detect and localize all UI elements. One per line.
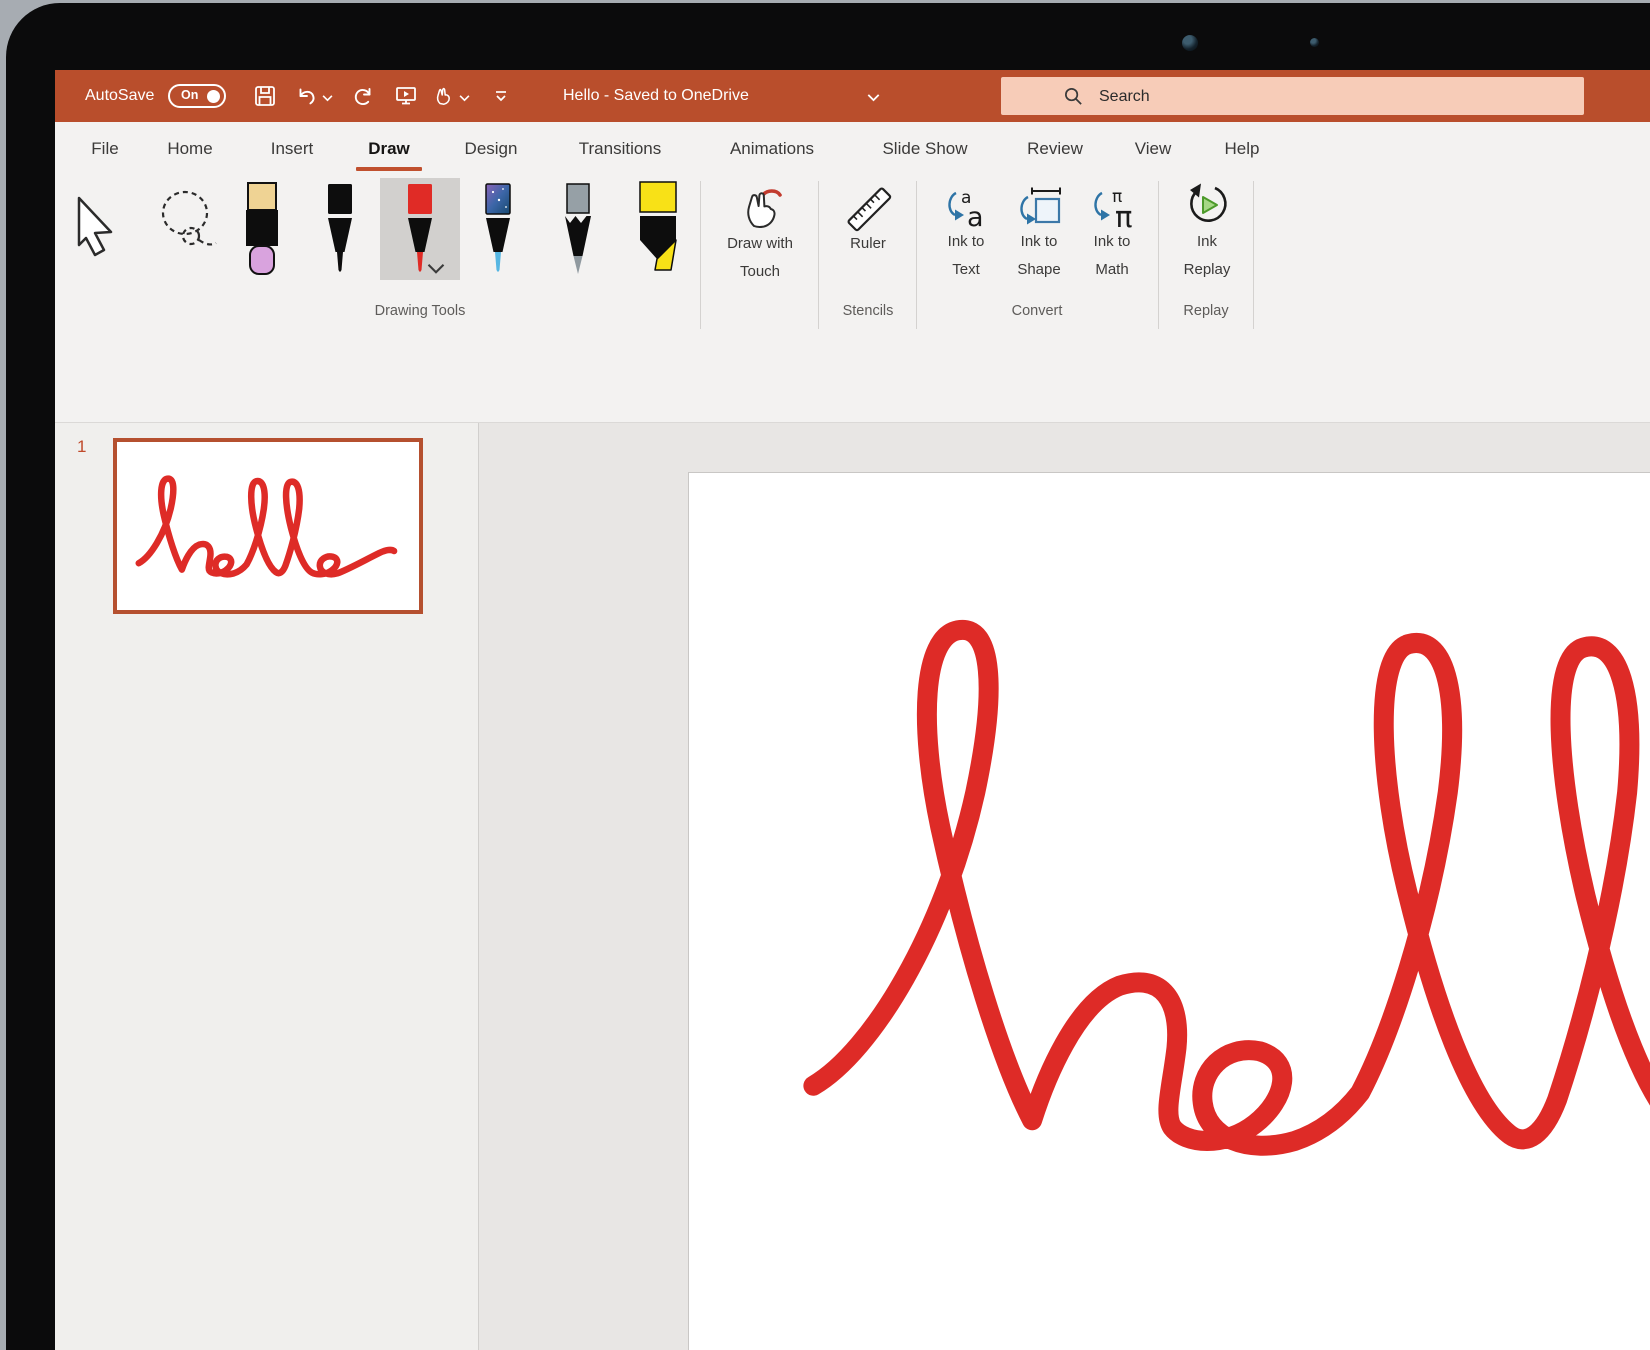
- thumbnail-ink-hello: [131, 464, 407, 592]
- slide-thumbnail-panel: 1: [55, 423, 478, 1350]
- draw-with-touch-label-line2: Touch: [740, 263, 780, 280]
- search-input[interactable]: [1097, 77, 1541, 117]
- ink-replay-icon: [1183, 181, 1231, 229]
- tab-insert[interactable]: Insert: [271, 122, 314, 175]
- tab-review[interactable]: Review: [1027, 122, 1083, 175]
- ink-to-math-label-line2: Math: [1095, 261, 1128, 278]
- ink-to-shape-label-line2: Shape: [1017, 261, 1060, 278]
- save-icon[interactable]: [253, 84, 277, 108]
- quick-access-customize-icon[interactable]: [489, 84, 513, 108]
- touch-draw-icon[interactable]: [431, 84, 455, 108]
- autosave-toggle[interactable]: On: [168, 84, 226, 108]
- undo-icon[interactable]: [295, 84, 319, 108]
- pen-galaxy-tool-icon[interactable]: [476, 180, 520, 280]
- ink-to-shape-label-line1: Ink to: [1021, 233, 1058, 250]
- group-divider: [916, 181, 917, 329]
- draw-with-touch-button[interactable]: Draw with Touch: [700, 175, 818, 335]
- redo-icon[interactable]: [351, 84, 375, 108]
- lasso-select-tool-icon[interactable]: [155, 189, 219, 253]
- eraser-tool-icon[interactable]: [240, 180, 284, 280]
- pen-options-chevron-icon[interactable]: [427, 263, 445, 274]
- search-box[interactable]: [1001, 77, 1584, 115]
- start-slideshow-icon[interactable]: [394, 84, 418, 108]
- group-divider: [1253, 181, 1254, 329]
- device-screenshot: AutoSave On: [0, 0, 1650, 1350]
- ink-to-math-label-line1: Ink to: [1094, 233, 1131, 250]
- undo-dropdown-chevron-icon[interactable]: [322, 94, 333, 102]
- title-bar: AutoSave On: [55, 70, 1650, 122]
- ink-replay-label-line1: Ink: [1197, 233, 1217, 250]
- tab-design[interactable]: Design: [465, 122, 518, 175]
- app-window: AutoSave On: [55, 70, 1650, 1350]
- draw-with-touch-icon: [736, 185, 784, 233]
- tab-view[interactable]: View: [1135, 122, 1172, 175]
- draw-with-touch-label-line1: Draw with: [727, 235, 793, 252]
- stencils-group-label: Stencils: [843, 303, 894, 319]
- autosave-label: AutoSave: [85, 70, 154, 122]
- slide-number: 1: [77, 437, 86, 457]
- tab-animations[interactable]: Animations: [730, 122, 814, 175]
- drawing-tools-group-label: Drawing Tools: [375, 303, 466, 319]
- ribbon-draw-tab-content: Drawing Tools Draw with Touch: [55, 175, 1650, 423]
- tab-file[interactable]: File: [91, 122, 118, 175]
- group-divider: [1158, 181, 1159, 329]
- replay-group-label: Replay: [1183, 303, 1228, 319]
- touch-draw-dropdown-chevron-icon[interactable]: [459, 94, 470, 102]
- slide-canvas[interactable]: [688, 472, 1650, 1350]
- tab-transitions[interactable]: Transitions: [579, 122, 662, 175]
- tab-slide-show[interactable]: Slide Show: [882, 122, 967, 175]
- title-dropdown-chevron-icon[interactable]: [867, 93, 880, 102]
- ink-to-text-label-line2: Text: [952, 261, 980, 278]
- active-tab-underline: [356, 167, 422, 171]
- ruler-label: Ruler: [850, 235, 886, 252]
- workspace: 1: [55, 423, 1650, 1350]
- ink-to-text-icon: a a: [942, 183, 990, 231]
- camera-dot-large: [1182, 35, 1198, 51]
- autosave-toggle-knob: [207, 90, 220, 103]
- svg-text:π: π: [1115, 200, 1132, 231]
- ribbon-tab-bar: File Home Insert Draw Design Transitions…: [55, 122, 1650, 175]
- document-title[interactable]: Hello - Saved to OneDrive: [563, 70, 749, 122]
- ink-to-math-button[interactable]: π π Ink to Math: [1067, 175, 1157, 335]
- select-tool-icon[interactable]: [73, 187, 117, 267]
- convert-group-label: Convert: [1012, 303, 1063, 319]
- ink-to-shape-icon: [1015, 183, 1063, 231]
- tab-home[interactable]: Home: [167, 122, 212, 175]
- ink-replay-label-line2: Replay: [1184, 261, 1231, 278]
- slide-thumbnail[interactable]: [113, 438, 423, 614]
- slide-editing-area: [479, 423, 1650, 1350]
- highlighter-tool-icon[interactable]: [634, 180, 682, 280]
- pencil-tool-icon[interactable]: [556, 180, 600, 280]
- ink-to-text-label-line1: Ink to: [948, 233, 985, 250]
- pen-black-tool-icon[interactable]: [318, 180, 362, 280]
- ink-to-math-icon: π π: [1088, 183, 1136, 231]
- tab-help[interactable]: Help: [1225, 122, 1260, 175]
- ruler-icon: [844, 183, 894, 233]
- svg-text:a: a: [967, 202, 984, 231]
- search-icon: [1063, 86, 1084, 107]
- slide-ink-hello: [774, 551, 1650, 1241]
- autosave-toggle-state: On: [181, 88, 198, 102]
- camera-dot-small: [1310, 38, 1319, 47]
